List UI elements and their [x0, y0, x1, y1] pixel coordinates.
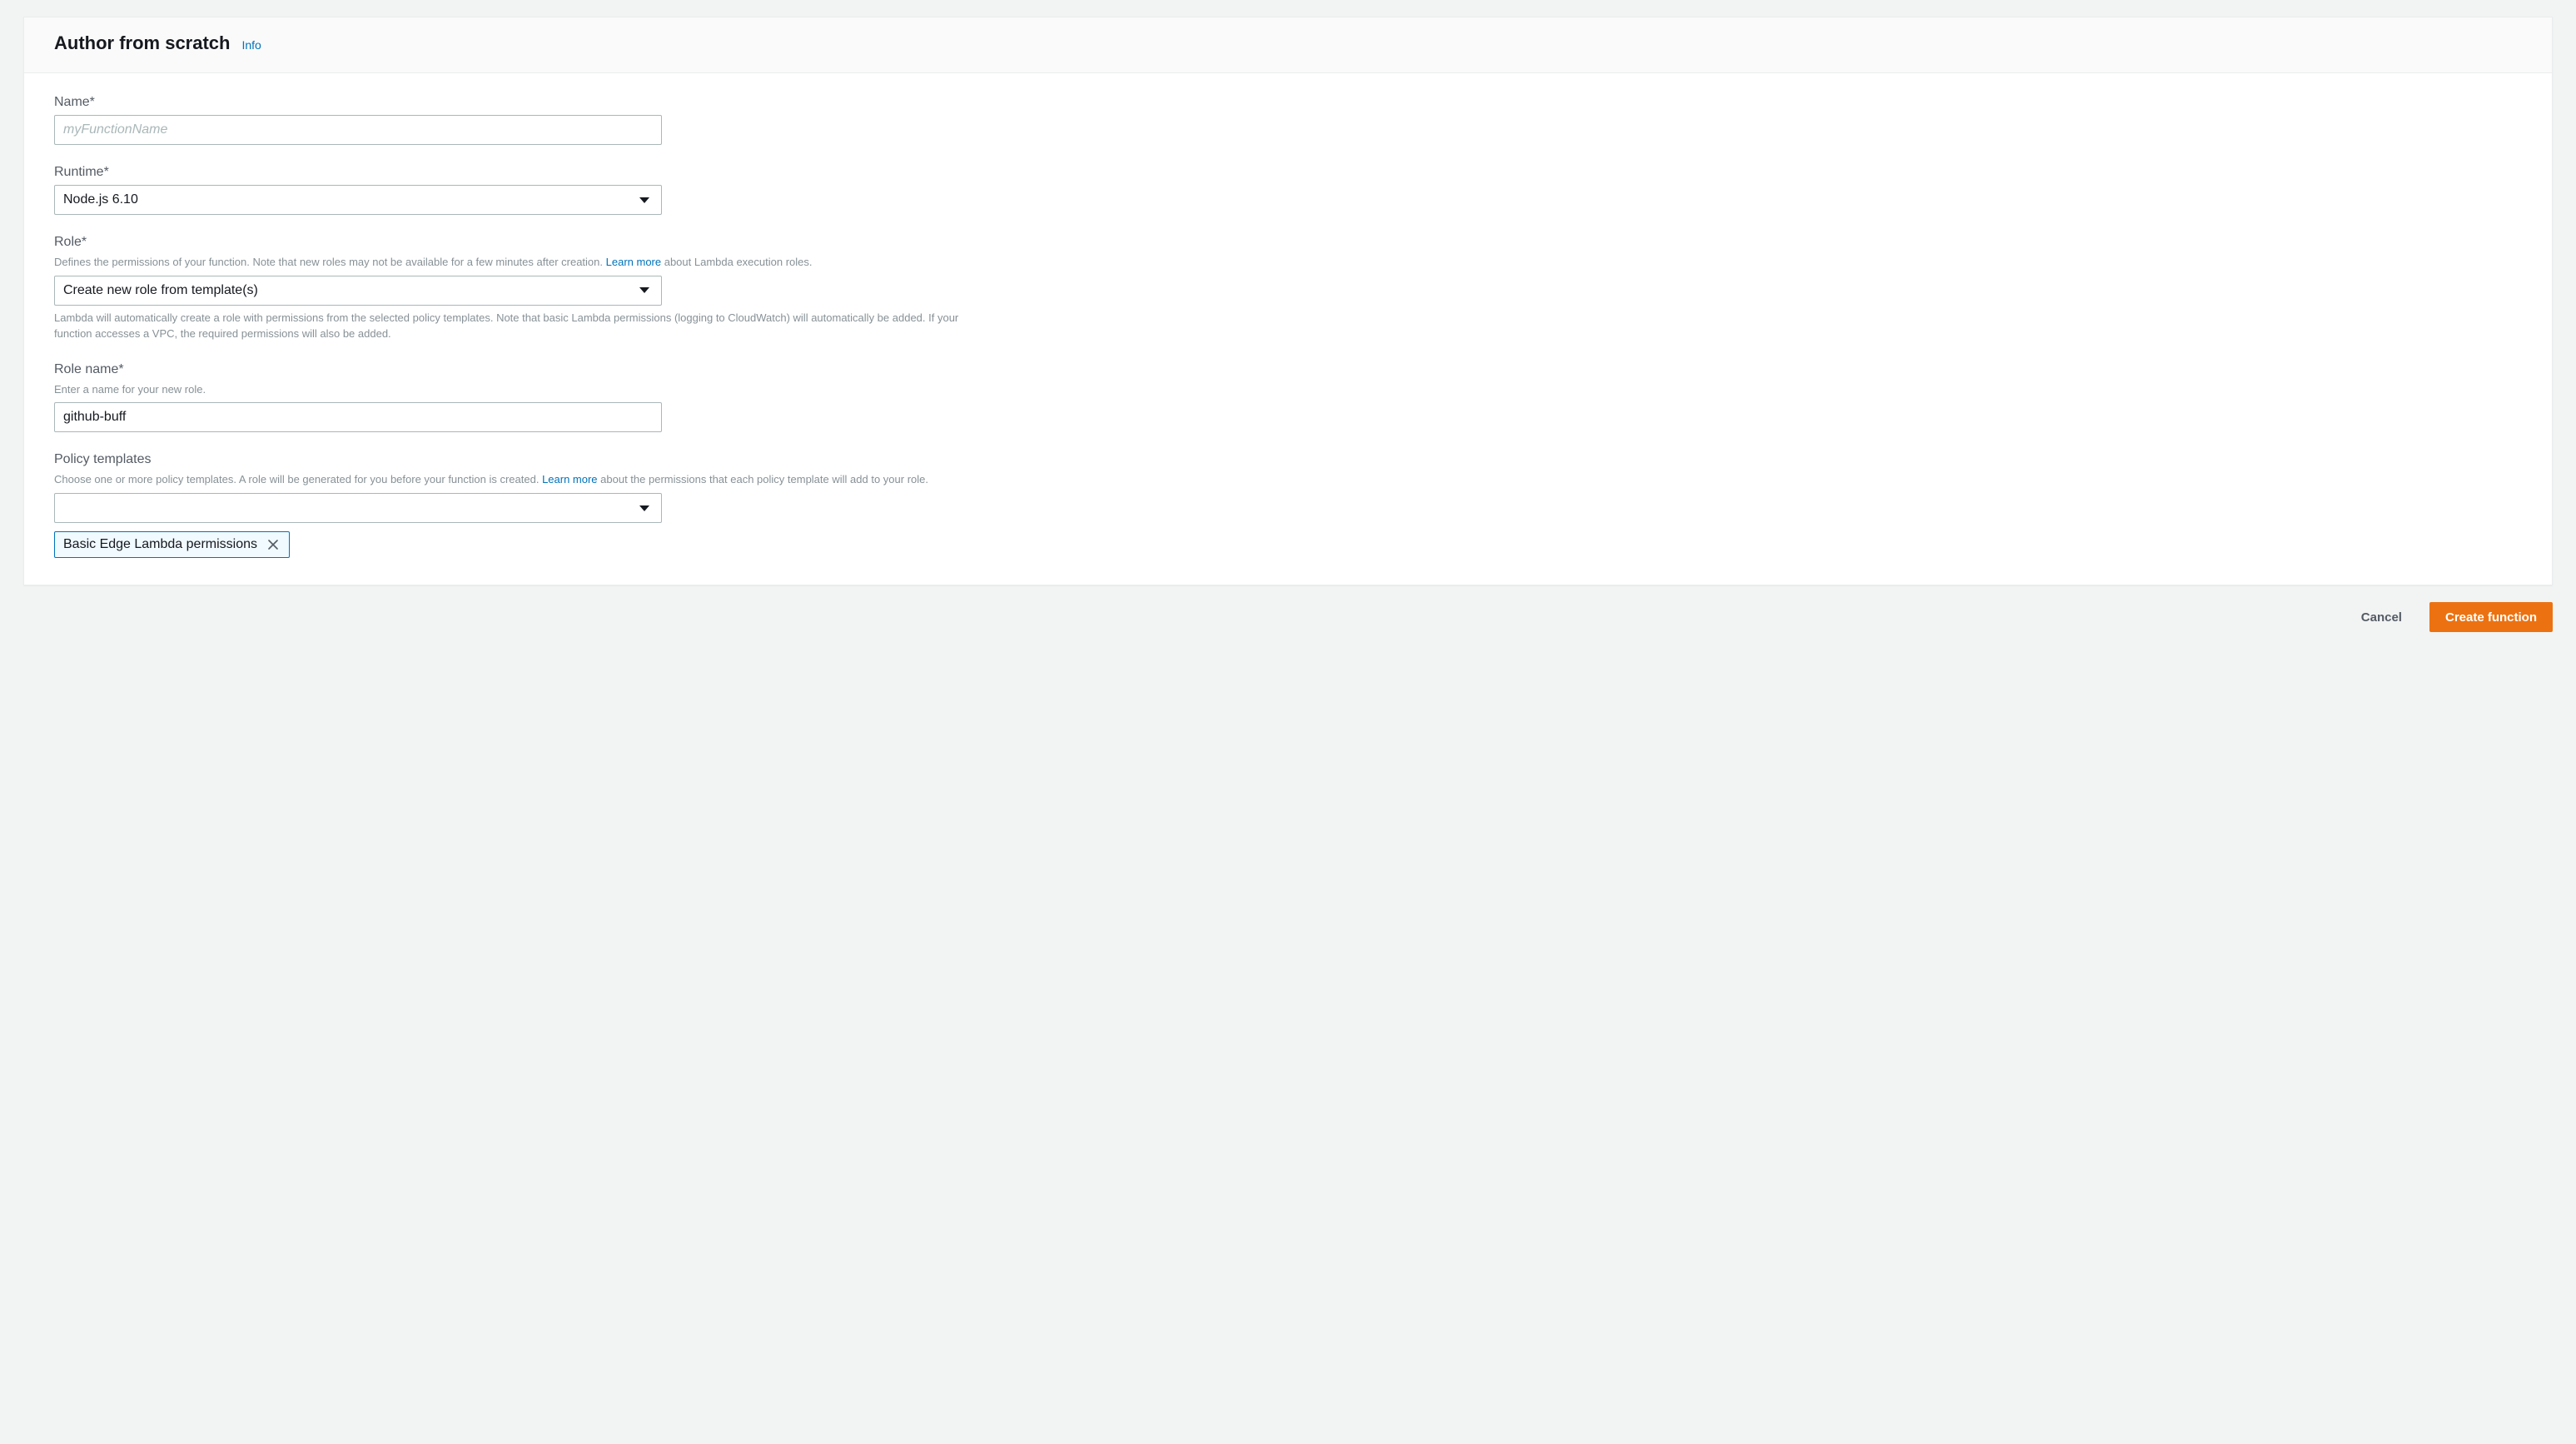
- role-name-label: Role name*: [54, 362, 2522, 377]
- field-runtime: Runtime* Node.js 6.10: [54, 165, 2522, 215]
- create-function-button[interactable]: Create function: [2429, 602, 2553, 632]
- policy-template-tag: Basic Edge Lambda permissions: [54, 531, 290, 558]
- runtime-label: Runtime*: [54, 165, 2522, 180]
- close-icon: [267, 539, 279, 550]
- field-policy-templates: Policy templates Choose one or more poli…: [54, 452, 2522, 558]
- role-learn-more-link[interactable]: Learn more: [606, 256, 661, 268]
- role-name-input[interactable]: [54, 402, 662, 432]
- field-role-name: Role name* Enter a name for your new rol…: [54, 362, 2522, 433]
- role-description: Defines the permissions of your function…: [54, 255, 970, 271]
- runtime-select[interactable]: Node.js 6.10: [54, 185, 662, 215]
- info-link[interactable]: Info: [241, 38, 261, 52]
- footer-actions: Cancel Create function: [23, 585, 2553, 639]
- runtime-value: Node.js 6.10: [63, 192, 138, 207]
- role-value: Create new role from template(s): [63, 283, 258, 298]
- role-help-below: Lambda will automatically create a role …: [54, 311, 970, 342]
- policy-template-tag-label: Basic Edge Lambda permissions: [63, 537, 257, 552]
- author-from-scratch-panel: Author from scratch Info Name* Runtime* …: [23, 17, 2553, 585]
- policy-desc-text-post: about the permissions that each policy t…: [598, 473, 928, 485]
- caret-down-icon: [639, 287, 649, 293]
- policy-templates-select[interactable]: [54, 493, 662, 523]
- caret-down-icon: [639, 505, 649, 511]
- role-desc-text-pre: Defines the permissions of your function…: [54, 256, 606, 268]
- remove-tag-button[interactable]: [266, 537, 281, 552]
- field-name: Name*: [54, 95, 2522, 145]
- role-desc-text-post: about Lambda execution roles.: [661, 256, 812, 268]
- role-name-description: Enter a name for your new role.: [54, 382, 2522, 398]
- cancel-button[interactable]: Cancel: [2345, 602, 2418, 632]
- policy-templates-description: Choose one or more policy templates. A r…: [54, 472, 970, 488]
- panel-body: Name* Runtime* Node.js 6.10 Role* Define…: [24, 73, 2552, 585]
- panel-header: Author from scratch Info: [24, 17, 2552, 73]
- panel-title: Author from scratch: [54, 32, 230, 54]
- policy-desc-text-pre: Choose one or more policy templates. A r…: [54, 473, 542, 485]
- policy-learn-more-link[interactable]: Learn more: [542, 473, 597, 485]
- role-label: Role*: [54, 235, 2522, 250]
- policy-templates-label: Policy templates: [54, 452, 2522, 467]
- role-select[interactable]: Create new role from template(s): [54, 276, 662, 306]
- caret-down-icon: [639, 197, 649, 203]
- field-role: Role* Defines the permissions of your fu…: [54, 235, 2522, 342]
- name-label: Name*: [54, 95, 2522, 110]
- name-input[interactable]: [54, 115, 662, 145]
